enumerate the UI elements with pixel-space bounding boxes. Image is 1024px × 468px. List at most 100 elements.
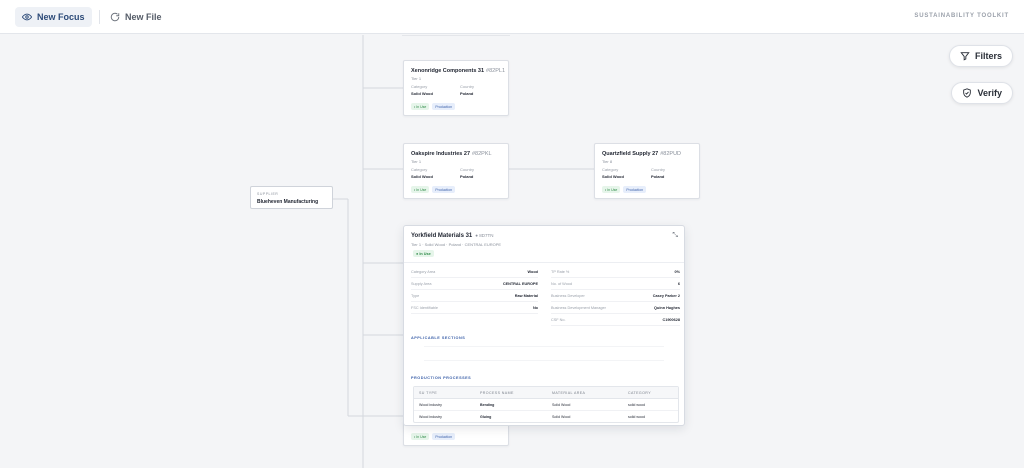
card-title: Xenonridge Components 31 #82PL1 <box>411 68 505 74</box>
collapse-icon[interactable]: ⤡ <box>672 232 678 240</box>
verify-button[interactable]: Verify <box>951 82 1013 104</box>
supplier-card-xenonridge[interactable]: Xenonridge Components 31 #82PL1 Tier 1 Ca… <box>403 60 509 116</box>
production-badge: Production <box>623 186 647 193</box>
column-header: SU TYPE <box>419 391 438 395</box>
new-file-button[interactable]: New File <box>103 7 169 27</box>
detail-row: CSF No. C1900628 <box>551 314 680 326</box>
row-value: Quinn Hughes <box>654 306 680 310</box>
row-value: 6 <box>677 282 680 286</box>
card-category: Category Solid Wood <box>411 167 433 179</box>
row-value: 0% <box>674 270 681 274</box>
table-cell: Solid Wood <box>552 415 571 419</box>
detail-subtitle: Tier 1 · Solid Wood · Poland · CENTRAL E… <box>411 242 502 247</box>
applicable-sections-heading: APPLICABLE SECTIONS <box>411 336 466 340</box>
table-cell: Wood industry <box>419 403 442 407</box>
table-cell: solid wood <box>628 403 645 407</box>
supplier-label: SUPPLIER <box>257 192 279 196</box>
table-cell: Bending <box>480 403 495 407</box>
production-badge: Production <box>432 103 456 110</box>
row-value: No <box>532 306 538 310</box>
production-processes-table: SU TYPE PROCESS NAME MATERIAL AREA CATEG… <box>413 386 679 423</box>
in-use-badge: • In Use <box>602 186 621 193</box>
row-key: Supply Area <box>411 282 432 286</box>
new-file-label: New File <box>125 12 162 22</box>
in-use-badge: • In Use <box>411 186 430 193</box>
faint-divider <box>424 360 664 361</box>
card-tier: Tier 1 <box>411 76 422 81</box>
production-processes-heading: PRODUCTION PROCESSES <box>411 376 472 380</box>
card-tier: Tier 8 <box>602 159 613 164</box>
new-focus-button[interactable]: New Focus <box>15 7 92 27</box>
supplier-name: Blueheven Manufacturing <box>257 199 319 205</box>
row-key: CSF No. <box>551 318 566 322</box>
card-category: Category Solid Wood <box>411 84 433 96</box>
category-label: Category <box>411 84 428 89</box>
column-header: CATEGORY <box>628 391 652 395</box>
detail-row: FSC Identifiable No <box>411 302 538 314</box>
faint-divider <box>424 346 664 347</box>
table-cell: Solid Wood <box>552 403 571 407</box>
card-tags: • In Use Production <box>411 433 456 440</box>
row-key: TP Rate % <box>551 270 570 274</box>
country-value: Poland <box>460 91 474 96</box>
detail-row: Supply Area CENTRAL EUROPE <box>411 278 538 290</box>
filters-label: Filters <box>974 51 1002 61</box>
category-value: Solid Wood <box>411 174 433 179</box>
in-use-badge: • In Use <box>411 103 430 110</box>
column-header: PROCESS NAME <box>480 391 514 395</box>
country-label: Country <box>460 167 475 172</box>
supplier-card-quartzfield[interactable]: Quartzfield Supply 27 #82PUD Tier 8 Categ… <box>594 143 700 199</box>
brand-title: SUSTAINABILITY TOOLKIT <box>914 13 1009 19</box>
row-key: Business Developer <box>551 294 585 298</box>
card-name: Oakspire Industries 27 <box>411 151 470 157</box>
status-badge: ● In Use <box>413 250 434 257</box>
row-value: Casey Parker 2 <box>652 294 680 298</box>
card-category: Category Solid Wood <box>602 167 624 179</box>
filters-button[interactable]: Filters <box>948 45 1013 67</box>
country-label: Country <box>651 167 666 172</box>
country-value: Poland <box>460 174 474 179</box>
table-row[interactable]: Wood industry Gluing Solid Wood solid wo… <box>414 411 678 423</box>
table-cell: Gluing <box>480 415 492 419</box>
table-cell: solid wood <box>628 415 645 419</box>
production-badge: Production <box>432 186 456 193</box>
card-tier: Tier 1 <box>411 159 422 164</box>
row-key: Category Area <box>411 270 436 274</box>
refresh-icon <box>110 12 120 22</box>
supplier-node[interactable]: SUPPLIER Blueheven Manufacturing <box>250 186 333 209</box>
row-value: CENTRAL EUROPE <box>502 282 538 286</box>
card-country: Country Poland <box>651 167 665 179</box>
category-value: Solid Wood <box>411 91 433 96</box>
card-country: Country Poland <box>460 167 474 179</box>
detail-row: Category Area Wood <box>411 266 538 278</box>
category-label: Category <box>602 167 619 172</box>
row-key: FSC Identifiable <box>411 306 439 310</box>
shield-check-icon <box>963 88 972 98</box>
supplier-detail-panel[interactable]: Yorkfield Materials 31 ● 8D7TN Tier 1 · S… <box>403 225 685 426</box>
detail-row: Business Development Manager Quinn Hughes <box>551 302 680 314</box>
card-code: #82PL1 <box>486 68 506 74</box>
detail-row: Business Developer Casey Parker 2 <box>551 290 680 302</box>
card-tags: • In Use Production <box>411 103 456 110</box>
card-country: Country Poland <box>460 84 474 96</box>
toolbar-divider <box>99 10 100 24</box>
card-code: #82PKL <box>472 151 492 157</box>
row-value: Raw Material <box>514 294 538 298</box>
detail-row: TP Rate % 0% <box>551 266 680 278</box>
category-label: Category <box>411 167 428 172</box>
card-tags: • In Use Production <box>411 186 456 193</box>
row-value: C1900628 <box>662 318 680 322</box>
row-key: Type <box>411 294 420 298</box>
table-header: SU TYPE PROCESS NAME MATERIAL AREA CATEG… <box>414 387 678 399</box>
detail-name: Yorkfield Materials 31 <box>411 233 473 239</box>
new-focus-label: New Focus <box>37 12 85 22</box>
table-row[interactable]: Wood industry Bending Solid Wood solid w… <box>414 399 678 411</box>
detail-code: ● 8D7TN <box>475 233 494 238</box>
supplier-card-oakspire[interactable]: Oakspire Industries 27 #82PKL Tier 1 Cate… <box>403 143 509 199</box>
country-value: Poland <box>651 174 665 179</box>
card-code: #82PUD <box>660 151 682 157</box>
card-tags: • In Use Production <box>602 186 647 193</box>
card-name: Xenonridge Components 31 <box>411 68 485 74</box>
column-header: MATERIAL AREA <box>552 391 586 395</box>
production-badge: Production <box>432 433 456 440</box>
